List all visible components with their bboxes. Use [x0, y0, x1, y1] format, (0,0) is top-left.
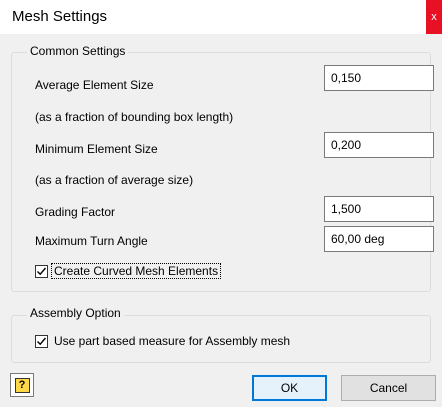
- assembly-option-label: Assembly Option: [27, 306, 124, 320]
- checkmark-icon: [37, 267, 47, 276]
- average-element-size-input[interactable]: [324, 65, 434, 91]
- help-icon: ?: [14, 377, 30, 393]
- grading-factor-label: Grading Factor: [35, 205, 116, 219]
- mesh-settings-dialog: Mesh Settings x Common Settings Average …: [0, 0, 442, 407]
- create-curved-mesh-checkbox[interactable]: [35, 265, 48, 278]
- create-curved-mesh-label[interactable]: Create Curved Mesh Elements: [51, 263, 222, 279]
- close-icon: x: [431, 11, 437, 23]
- minimum-element-size-hint: (as a fraction of average size): [35, 173, 194, 187]
- dialog-title: Mesh Settings: [12, 8, 108, 25]
- average-element-size-hint: (as a fraction of bounding box length): [35, 110, 234, 124]
- help-button[interactable]: ?: [10, 373, 34, 397]
- minimum-element-size-input[interactable]: [324, 132, 434, 158]
- title-bar: Mesh Settings x: [0, 0, 442, 34]
- minimum-element-size-label: Minimum Element Size: [35, 142, 158, 156]
- maximum-turn-angle-input[interactable]: [324, 226, 434, 252]
- cancel-button[interactable]: Cancel: [341, 375, 436, 401]
- ok-button[interactable]: OK: [252, 375, 327, 401]
- common-settings-label: Common Settings: [27, 44, 129, 58]
- close-button[interactable]: x: [426, 0, 442, 34]
- grading-factor-input[interactable]: [324, 196, 434, 222]
- checkmark-icon: [37, 337, 47, 346]
- part-based-measure-label[interactable]: Use part based measure for Assembly mesh: [54, 334, 290, 348]
- average-element-size-label: Average Element Size: [35, 78, 154, 92]
- part-based-measure-checkbox[interactable]: [35, 335, 48, 348]
- maximum-turn-angle-label: Maximum Turn Angle: [35, 234, 148, 248]
